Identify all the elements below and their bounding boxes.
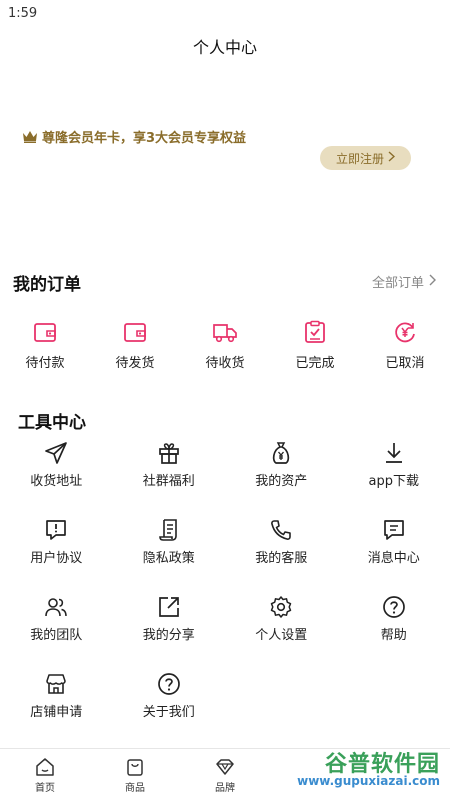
clipboard-check-icon: [301, 318, 329, 346]
order-status-row: 待付款 待发货 待收货 已完成 已取消: [0, 318, 450, 371]
about-icon: [156, 671, 182, 697]
status-time: 1:59: [8, 6, 38, 21]
tool-shipping-address[interactable]: 收货地址: [0, 440, 113, 517]
tool-store-application[interactable]: 店铺申请: [0, 671, 113, 748]
order-pending-payment[interactable]: 待付款: [0, 318, 90, 371]
home-icon: [36, 758, 54, 776]
tool-label: 隐私政策: [142, 551, 195, 566]
tool-message-center[interactable]: 消息中心: [338, 517, 450, 594]
tool-community-benefits[interactable]: 社群福利: [113, 440, 226, 517]
all-orders-link[interactable]: 全部订单: [372, 272, 436, 291]
tools-title: 工具中心: [18, 413, 86, 433]
order-label: 已完成: [295, 356, 335, 371]
tool-about-us[interactable]: 关于我们: [113, 671, 226, 748]
truck-icon: [211, 318, 239, 346]
tool-label: 我的客服: [255, 551, 308, 566]
page-title: 个人中心: [192, 38, 257, 57]
tool-label: 帮助: [380, 628, 407, 643]
send-icon: [43, 440, 69, 466]
tool-privacy-policy[interactable]: 隐私政策: [113, 517, 226, 594]
tool-label: 社群福利: [142, 474, 195, 489]
tool-my-share[interactable]: 我的分享: [113, 594, 226, 671]
tool-grid: 收货地址 社群福利 我的资产 app下载 用户协议 隐私政策 我的客服 消息中心…: [0, 440, 450, 748]
tool-label: 用户协议: [30, 551, 83, 566]
wallet-icon: [31, 318, 59, 346]
all-orders-label: 全部订单: [371, 276, 424, 291]
wallet-icon: [121, 318, 149, 346]
order-label: 待发货: [115, 356, 155, 371]
tool-help[interactable]: 帮助: [338, 594, 450, 671]
share-icon: [156, 594, 182, 620]
tool-personal-settings[interactable]: 个人设置: [225, 594, 338, 671]
tool-label: 收货地址: [30, 474, 83, 489]
tool-label: 我的分享: [142, 628, 195, 643]
nav-home[interactable]: 首页: [0, 749, 90, 800]
tool-my-assets[interactable]: 我的资产: [225, 440, 338, 517]
download-icon: [381, 440, 407, 466]
tool-label: 消息中心: [367, 551, 420, 566]
tool-app-download[interactable]: app下载: [338, 440, 450, 517]
tool-customer-service[interactable]: 我的客服: [225, 517, 338, 594]
nav-label: 首页: [35, 783, 55, 794]
policy-icon: [156, 517, 182, 543]
register-button[interactable]: 立即注册: [320, 146, 411, 170]
crown-icon: [23, 131, 37, 143]
order-label: 已取消: [385, 356, 425, 371]
team-icon: [43, 594, 69, 620]
order-label: 待付款: [25, 356, 65, 371]
order-completed[interactable]: 已完成: [270, 318, 360, 371]
order-cancelled[interactable]: 已取消: [360, 318, 450, 371]
nav-products[interactable]: 商品: [90, 749, 180, 800]
tool-label: 关于我们: [142, 705, 195, 720]
status-bar: 1:59: [0, 0, 450, 26]
store-icon: [43, 671, 69, 697]
watermark: 谷普软件园 www.gupuxiazai.com: [246, 746, 446, 792]
chevron-right-icon: [388, 151, 396, 165]
tool-label: 店铺申请: [30, 705, 83, 720]
gift-icon: [156, 440, 182, 466]
nav-label: 商品: [125, 783, 145, 794]
order-pending-receipt[interactable]: 待收货: [180, 318, 270, 371]
nav-label: 品牌: [215, 783, 235, 794]
vip-banner-text: 尊隆会员年卡，享3大会员专享权益: [42, 131, 247, 146]
orders-title: 我的订单: [13, 275, 81, 295]
order-label: 待收货: [205, 356, 245, 371]
order-pending-shipment[interactable]: 待发货: [90, 318, 180, 371]
money-bag-icon: [268, 440, 294, 466]
phone-icon: [268, 517, 294, 543]
vip-banner: 尊隆会员年卡，享3大会员专享权益: [22, 127, 246, 146]
help-icon: [381, 594, 407, 620]
bag-icon: [127, 759, 143, 776]
diamond-icon: [216, 759, 234, 775]
tool-label: 我的资产: [255, 474, 308, 489]
agreement-icon: [43, 517, 69, 543]
watermark-url: www.gupuxiazai.com: [297, 774, 440, 788]
message-icon: [381, 517, 407, 543]
register-label: 立即注册: [335, 151, 384, 166]
settings-icon: [268, 594, 294, 620]
tool-user-agreement[interactable]: 用户协议: [0, 517, 113, 594]
tool-label: app下载: [368, 474, 419, 489]
tool-label: 个人设置: [255, 628, 308, 643]
tool-my-team[interactable]: 我的团队: [0, 594, 113, 671]
tool-label: 我的团队: [30, 628, 83, 643]
yen-cancel-icon: [391, 318, 419, 346]
chevron-right-icon: [429, 274, 436, 290]
